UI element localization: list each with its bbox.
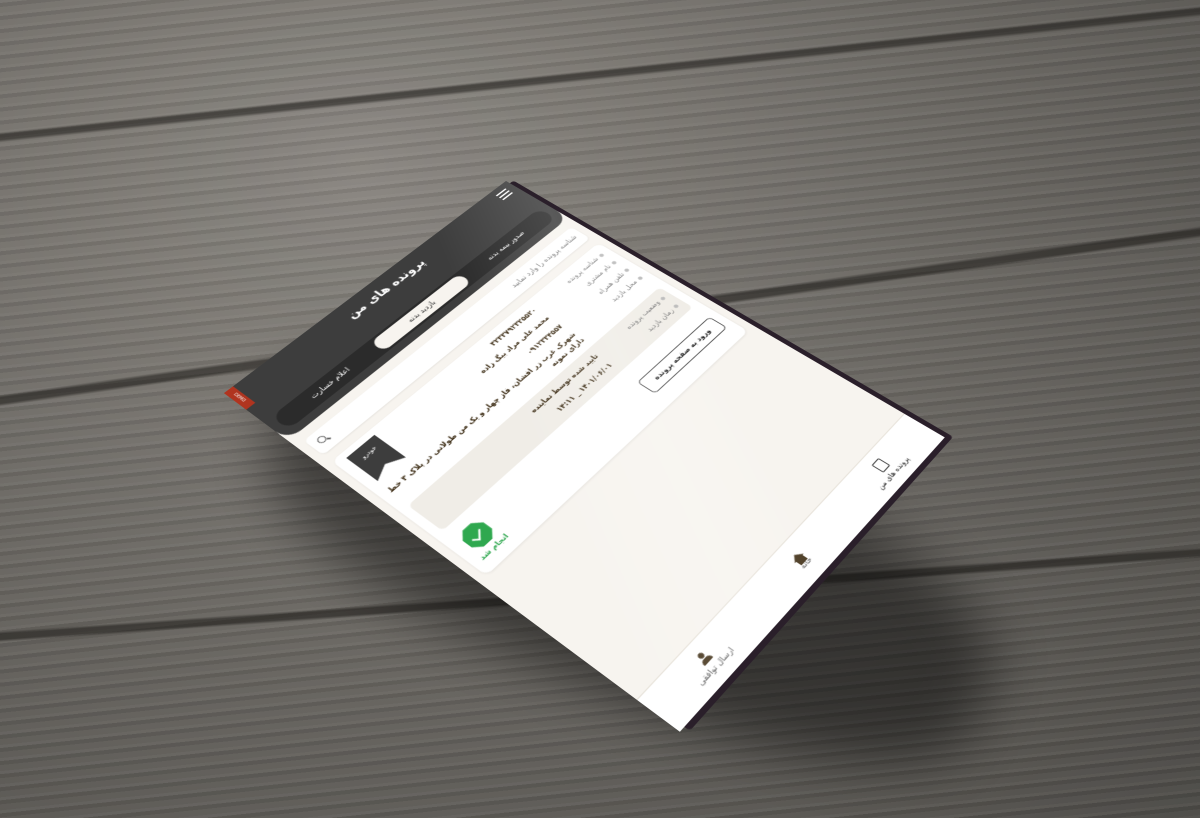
bullet-icon <box>659 296 667 301</box>
bullet-icon <box>672 304 680 309</box>
check-icon <box>456 518 498 552</box>
bullet-icon <box>623 268 631 273</box>
people-icon <box>693 648 714 666</box>
bullet-icon <box>636 275 644 281</box>
nav-label: خانه <box>797 555 814 570</box>
phone-screen: DEMO پرونده های من صدور بیمه بدنه بازدید… <box>223 180 945 732</box>
bullet-icon <box>610 260 618 266</box>
bottom-nav: پرونده های من خانه ارسال توافقی <box>636 413 945 732</box>
home-icon <box>789 549 804 563</box>
files-icon <box>870 457 890 473</box>
vehicle-badge: خودرو <box>346 435 406 481</box>
done-label: انجام شد <box>477 532 511 562</box>
bullet-icon <box>598 252 605 258</box>
phone-device: DEMO پرونده های من صدور بیمه بدنه بازدید… <box>223 180 954 732</box>
done-status: انجام شد <box>453 515 511 562</box>
scene: DEMO پرونده های من صدور بیمه بدنه بازدید… <box>170 40 1070 780</box>
